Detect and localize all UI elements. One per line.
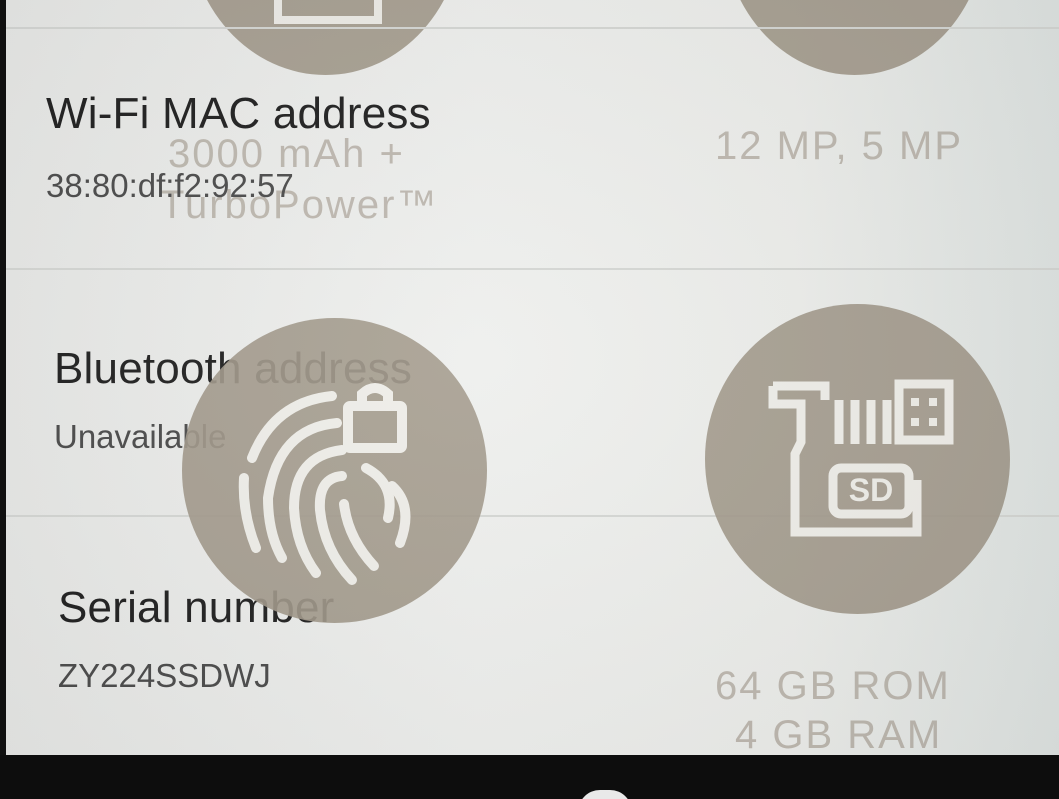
serial-number-value: ZY224SSDWJ	[58, 657, 271, 694]
storage-spec-circle: SD	[705, 304, 1010, 614]
wifi-mac-value: 38:80:df:f2:92:57	[46, 167, 294, 204]
fingerprint-spec-circle	[182, 318, 487, 623]
screen-bezel-left	[0, 0, 6, 799]
wifi-mac-title: Wi-Fi MAC address	[46, 89, 431, 138]
sd-card-icon	[768, 379, 954, 537]
navigation-bar	[0, 755, 1059, 799]
fingerprint-lock-icon	[238, 383, 411, 585]
screen: 3000 mAh + TurboPower™ 12 MP, 5 MP 64 GB…	[0, 0, 1059, 799]
list-item-wifi-mac[interactable]: Wi-Fi MAC address 38:80:df:f2:92:57	[0, 29, 1059, 267]
sd-badge-text: SD	[848, 472, 894, 508]
